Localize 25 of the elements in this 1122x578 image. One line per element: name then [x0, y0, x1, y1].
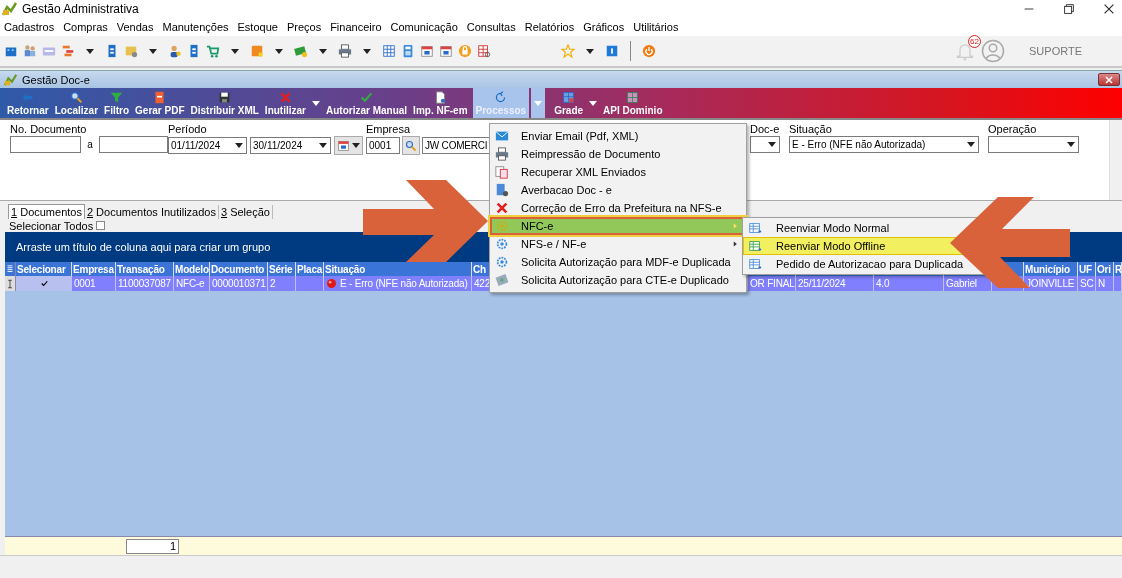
- table-cell: 2: [270, 278, 276, 289]
- table-cell: 0000010371: [212, 278, 266, 289]
- table-cell: Gabriel: [946, 278, 977, 289]
- field-label: Operação: [988, 123, 1038, 135]
- table-cell: 1100037087: [118, 278, 171, 289]
- summary-field: 1: [126, 538, 179, 554]
- field-label: Situação: [789, 123, 833, 135]
- table-cell: N: [1098, 278, 1106, 289]
- window-title: Gestão Doc-e: [22, 73, 90, 86]
- separator-text: a: [87, 139, 93, 150]
- table-cell: NFC-e: [176, 278, 205, 289]
- table-cell: OR FINAL: [750, 278, 795, 289]
- field-label: Período: [168, 123, 208, 135]
- field-label: No. Documento: [10, 123, 88, 135]
- group-panel-hint: Arraste um título de coluna aqui para criar um grupo: [16, 241, 271, 253]
- table-cell: 0001: [74, 278, 96, 289]
- table-cell: E - Erro (NFE não Autorizada): [340, 278, 468, 289]
- table-cell: 4.0: [876, 278, 890, 289]
- table-cell: 25/11/2024: [798, 278, 846, 289]
- checkbox-label: Selecionar Todos: [9, 219, 94, 232]
- window-title: Gestão Administrativa: [22, 2, 139, 16]
- table-cell: JOINVILLE: [1026, 278, 1075, 289]
- field-label: Doc-e: [750, 123, 781, 135]
- field-label: Empresa: [366, 123, 412, 135]
- table-cell: SC: [1080, 278, 1094, 289]
